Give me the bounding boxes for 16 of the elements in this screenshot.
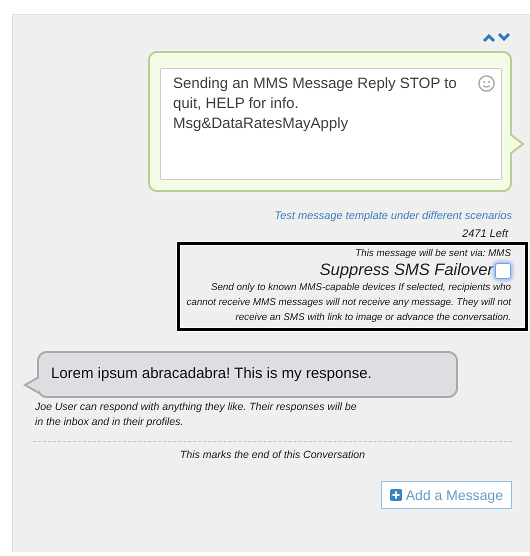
chevron-down-icon[interactable] [498,33,510,42]
add-message-button[interactable]: Add a Message [380,481,512,509]
response-caption: Joe User can respond with anything they like. Their responses will be in the inbox and in their profiles. [35,400,358,430]
smiley-icon[interactable] [478,75,495,92]
end-note: This marks the end of this Conversation [180,449,365,461]
test-template-link[interactable]: Test message template under different scenarios [274,210,512,222]
failover-description: Send only to known MMS-capable devices If selected, recipients who cannot receive MMS messages will not receive any message. They will not receive an SMS with link to image or advance the conversation. [186,281,511,325]
message-field[interactable]: Sending an MMS Message Reply STOP to quit, HELP for info. Msg&DataRatesMayApply [160,68,502,180]
sent-via-text: This message will be sent via: MMS [355,247,511,261]
message-text: Sending an MMS Message Reply STOP to quit, HELP for info. Msg&DataRatesMayApply [173,75,457,132]
characters-left: 2471 Left [462,228,508,240]
chevron-up-icon[interactable] [483,33,495,42]
plus-icon [390,489,402,501]
response-text: Lorem ipsum abracadabra! This is my response. [51,365,372,382]
suppress-label: Suppress SMS Failover [320,261,493,280]
suppress-checkbox[interactable] [495,262,511,278]
